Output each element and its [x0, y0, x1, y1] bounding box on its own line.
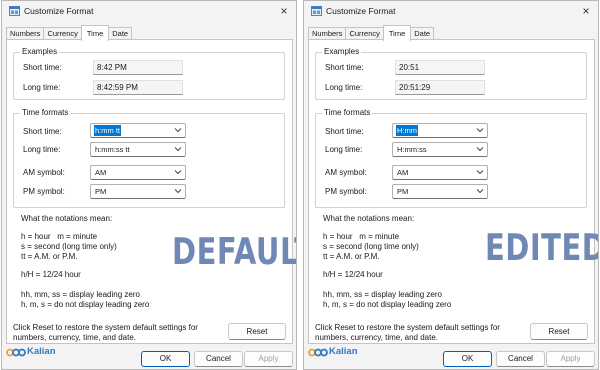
pm-symbol-value[interactable]: PM	[396, 186, 409, 197]
short-time-example-value: 8:42 PM	[93, 60, 183, 75]
chevron-down-icon[interactable]	[476, 126, 484, 134]
examples-group-title: Examples	[322, 47, 362, 56]
window-title: Customize Format	[24, 6, 94, 16]
window-title: Customize Format	[326, 6, 396, 16]
am-symbol-label: AM symbol:	[325, 168, 367, 177]
reset-button[interactable]: Reset	[228, 323, 286, 340]
am-symbol-combo[interactable]: AM	[392, 165, 488, 180]
reset-description: Click Reset to restore the system defaul…	[315, 323, 500, 342]
time-tab-panel: Examples Short time: 8:42 PM Long time: …	[6, 39, 296, 344]
long-time-format-label: Long time:	[23, 145, 61, 154]
examples-group-title: Examples	[20, 47, 60, 56]
pm-symbol-label: PM symbol:	[325, 187, 367, 196]
chevron-down-icon[interactable]	[174, 187, 182, 195]
notations-leading-zero: hh, mm, ss = display leading zero h, m, …	[323, 290, 452, 309]
title-bar[interactable]: Customize Format ×	[304, 1, 598, 21]
long-time-example-value: 20:51:29	[395, 80, 485, 95]
notations-hms: h = hour m = minute s = second (long tim…	[323, 232, 419, 261]
am-symbol-combo[interactable]: AM	[90, 165, 186, 180]
pm-symbol-combo[interactable]: PM	[392, 184, 488, 199]
short-time-format-combo[interactable]: H:mm	[392, 123, 488, 138]
chevron-down-icon[interactable]	[174, 145, 182, 153]
settings-app-icon	[311, 6, 322, 16]
tab-strip: Numbers Currency Time Date	[6, 25, 133, 41]
long-time-format-combo[interactable]: h:mm:ss tt	[90, 142, 186, 157]
chevron-down-icon[interactable]	[174, 168, 182, 176]
edited-stamp: EDITED	[485, 226, 599, 269]
time-formats-group-title: Time formats	[20, 108, 71, 117]
kalian-logo-mark-icon	[6, 348, 26, 357]
short-time-example-label: Short time:	[325, 63, 364, 72]
pm-symbol-combo[interactable]: PM	[90, 184, 186, 199]
chevron-down-icon[interactable]	[476, 145, 484, 153]
long-time-format-label: Long time:	[325, 145, 363, 154]
am-symbol-label: AM symbol:	[23, 168, 65, 177]
time-tab-panel: Examples Short time: 20:51 Long time: 20…	[308, 39, 598, 344]
long-time-format-combo[interactable]: H:mm:ss	[392, 142, 488, 157]
tab-time[interactable]: Time	[382, 25, 412, 41]
notations-hms: h = hour m = minute s = second (long tim…	[21, 232, 117, 261]
long-time-example-value: 8:42:59 PM	[93, 80, 183, 95]
ok-button[interactable]: OK	[443, 351, 492, 367]
customize-format-dialog-default: Customize Format × Numbers Currency Time…	[1, 0, 297, 370]
notations-leading-zero: hh, mm, ss = display leading zero h, m, …	[21, 290, 150, 309]
customize-format-dialog-edited: Customize Format × Numbers Currency Time…	[303, 0, 599, 370]
kalian-logo-mark-icon	[308, 348, 328, 357]
short-time-format-combo[interactable]: h:mm tt	[90, 123, 186, 138]
tab-time[interactable]: Time	[80, 25, 110, 41]
reset-button[interactable]: Reset	[530, 323, 588, 340]
pm-symbol-value[interactable]: PM	[94, 186, 107, 197]
am-symbol-value[interactable]: AM	[94, 167, 107, 178]
cancel-button[interactable]: Cancel	[194, 351, 243, 367]
time-formats-group: Time formats Short time: h:mm tt Long ti…	[13, 108, 285, 208]
pm-symbol-label: PM symbol:	[23, 187, 65, 196]
short-time-example-label: Short time:	[23, 63, 62, 72]
close-icon[interactable]: ×	[276, 3, 292, 19]
short-time-format-label: Short time:	[23, 127, 62, 136]
notations-title: What the notations mean:	[21, 214, 113, 223]
examples-group: Examples Short time: 20:51 Long time: 20…	[315, 47, 587, 100]
long-time-format-value[interactable]: h:mm:ss tt	[94, 144, 131, 155]
tab-strip: Numbers Currency Time Date	[308, 25, 435, 41]
long-time-example-label: Long time:	[23, 83, 61, 92]
examples-group: Examples Short time: 8:42 PM Long time: …	[13, 47, 285, 100]
apply-button[interactable]: Apply	[546, 351, 595, 367]
time-formats-group-title: Time formats	[322, 108, 373, 117]
short-time-example-value: 20:51	[395, 60, 485, 75]
title-bar[interactable]: Customize Format ×	[2, 1, 296, 21]
kalian-logo: Kalian	[6, 346, 64, 360]
settings-app-icon	[9, 6, 20, 16]
notations-12-24: h/H = 12/24 hour	[21, 270, 81, 279]
notations-title: What the notations mean:	[323, 214, 415, 223]
default-stamp: DEFAULT	[172, 230, 296, 273]
short-time-format-value[interactable]: h:mm tt	[94, 125, 122, 136]
long-time-example-label: Long time:	[325, 83, 363, 92]
kalian-logo-text: Kalian	[329, 346, 358, 357]
short-time-format-label: Short time:	[325, 127, 364, 136]
apply-button[interactable]: Apply	[244, 351, 293, 367]
kalian-logo-text: Kalian	[27, 346, 56, 357]
time-formats-group: Time formats Short time: H:mm Long time:…	[315, 108, 587, 208]
ok-button[interactable]: OK	[141, 351, 190, 367]
reset-description: Click Reset to restore the system defaul…	[13, 323, 198, 342]
am-symbol-value[interactable]: AM	[396, 167, 409, 178]
chevron-down-icon[interactable]	[476, 168, 484, 176]
short-time-format-value[interactable]: H:mm	[396, 125, 418, 136]
long-time-format-value[interactable]: H:mm:ss	[396, 144, 428, 155]
notations-12-24: h/H = 12/24 hour	[323, 270, 383, 279]
cancel-button[interactable]: Cancel	[496, 351, 545, 367]
close-icon[interactable]: ×	[578, 3, 594, 19]
chevron-down-icon[interactable]	[174, 126, 182, 134]
chevron-down-icon[interactable]	[476, 187, 484, 195]
kalian-logo: Kalian	[308, 346, 366, 360]
